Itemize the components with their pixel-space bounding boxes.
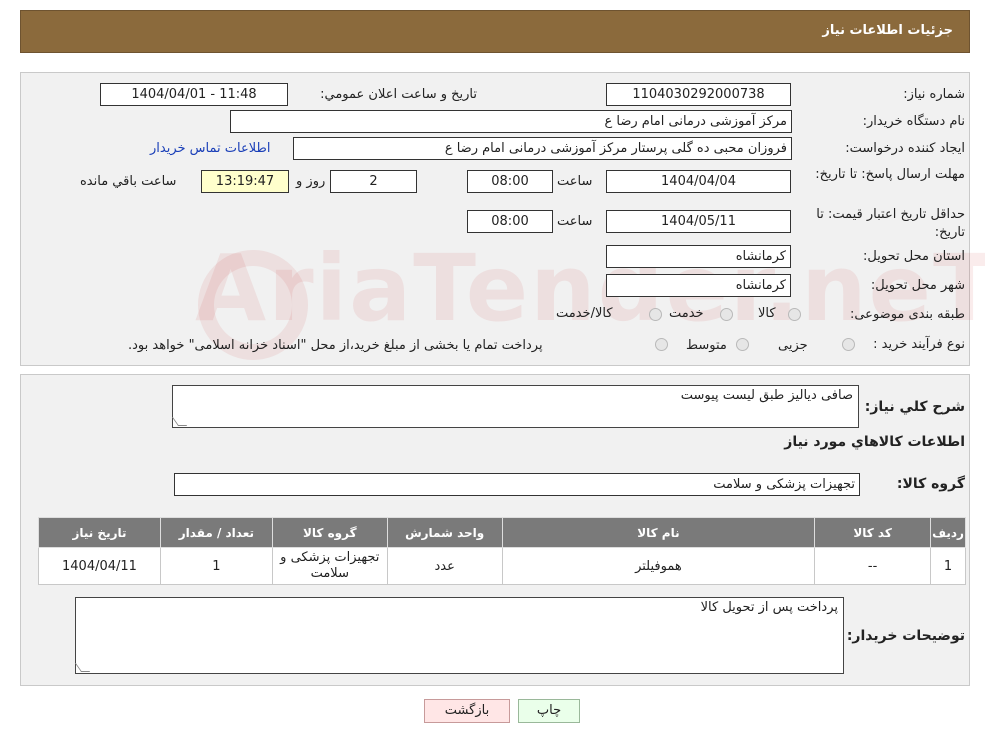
- deadline-date-field: 1404/04/04: [606, 170, 791, 193]
- back-button[interactable]: بازگشت: [424, 699, 510, 723]
- cell-row-number: 1: [930, 547, 966, 585]
- goods-table: ردیف کد کالا نام کالا واحد شمارش گروه کا…: [38, 517, 966, 585]
- category-radio-service[interactable]: [720, 308, 733, 321]
- category-radio-goods[interactable]: [788, 308, 801, 321]
- goods-group-label: گروه کالا:: [896, 476, 965, 492]
- table-row: 1 -- هموفیلتر عدد تجهیزات پزشکی و سلامت …: [38, 547, 966, 585]
- process-label: نوع فرآیند خرید :: [873, 337, 965, 352]
- col-need-date: تاریخ نیاز: [38, 517, 161, 548]
- resize-grip-icon[interactable]: [171, 417, 188, 426]
- page-title: جزئیات اطلاعات نیاز: [822, 23, 953, 38]
- need-number-field: 1104030292000738: [606, 83, 791, 106]
- days-remaining-field: 2: [330, 170, 417, 193]
- need-number-label: شماره نیاز:: [903, 87, 965, 102]
- remaining-time-field: 13:19:47: [201, 170, 289, 193]
- process-radio-treasury[interactable]: [655, 338, 668, 351]
- creator-label: ایجاد کننده درخواست:: [845, 141, 965, 156]
- province-field: کرمانشاه: [606, 245, 791, 268]
- days-label: روز و: [296, 174, 326, 189]
- resize-grip-icon[interactable]: [74, 663, 91, 672]
- remaining-time-label: ساعت باقي مانده: [80, 174, 177, 189]
- process-radio-minor[interactable]: [842, 338, 855, 351]
- category-option-goods: کالا: [758, 306, 776, 321]
- deadline-time-field: 08:00: [467, 170, 553, 193]
- category-label: طبقه بندی موضوعی:: [849, 307, 965, 322]
- category-radio-goods-service[interactable]: [649, 308, 662, 321]
- goods-table-container: ردیف کد کالا نام کالا واحد شمارش گروه کا…: [38, 517, 966, 585]
- validity-time-label: ساعت: [557, 214, 593, 229]
- cell-goods-group: تجهیزات پزشکی و سلامت: [271, 547, 388, 585]
- process-option-medium: متوسط: [686, 338, 727, 353]
- deadline-label: مهلت ارسال پاسخ: تا تاریخ:: [815, 167, 965, 182]
- goods-group-field: تجهیزات پزشکی و سلامت: [174, 473, 860, 496]
- category-option-service: خدمت: [669, 306, 704, 321]
- col-row-number: ردیف: [930, 517, 966, 548]
- page-header: جزئیات اطلاعات نیاز: [20, 10, 970, 53]
- col-goods-group: گروه کالا: [271, 517, 388, 548]
- col-goods-name: نام کالا: [501, 517, 816, 548]
- buyer-notes-textarea[interactable]: پرداخت پس از تحویل کالا: [74, 597, 844, 674]
- deadline-time-label: ساعت: [557, 174, 593, 189]
- buyer-org-label: نام دستگاه خریدار:: [862, 114, 965, 129]
- buyer-notes-text: پرداخت پس از تحویل کالا: [700, 600, 838, 615]
- category-option-goods-service: کالا/خدمت: [556, 306, 613, 321]
- cell-unit: عدد: [386, 547, 503, 585]
- col-quantity: تعداد / مقدار: [159, 517, 273, 548]
- col-unit: واحد شمارش: [386, 517, 503, 548]
- process-radio-medium[interactable]: [736, 338, 749, 351]
- buyer-contact-link[interactable]: اطلاعات تماس خریدار: [150, 141, 270, 156]
- cell-quantity: 1: [159, 547, 273, 585]
- buyer-org-field: مرکز آموزشی درمانی امام رضا ع: [230, 110, 792, 133]
- validity-date-field: 1404/05/11: [606, 210, 791, 233]
- validity-label: حداقل تاریخ اعتبار قیمت: تا تاریخ:: [816, 207, 965, 240]
- cell-goods-code: --: [814, 547, 932, 585]
- cell-goods-name: هموفیلتر: [501, 547, 816, 585]
- city-label: شهر محل تحویل:: [870, 278, 965, 293]
- buyer-notes-label: توضیحات خریدار:: [846, 628, 965, 644]
- announce-label: تاريخ و ساعت اعلان عمومي:: [320, 87, 477, 102]
- process-note: پرداخت تمام یا بخشی از مبلغ خرید،از محل …: [128, 338, 543, 353]
- print-button[interactable]: چاپ: [518, 699, 580, 723]
- cell-need-date: 1404/04/11: [38, 547, 161, 585]
- announce-datetime-field: 1404/04/01 - 11:48: [100, 83, 288, 106]
- summary-textarea[interactable]: صافی دیالیز طبق لیست پیوست: [171, 385, 859, 428]
- summary-text: صافی دیالیز طبق لیست پیوست: [680, 388, 853, 403]
- process-option-minor: جزیی: [778, 338, 808, 353]
- validity-time-field: 08:00: [467, 210, 553, 233]
- creator-field: فروزان محبی ده گلی پرستار مرکز آموزشی در…: [293, 137, 792, 160]
- col-goods-code: کد کالا: [814, 517, 932, 548]
- goods-info-title: اطلاعات کالاهاي مورد نياز: [784, 434, 965, 450]
- city-field: کرمانشاه: [606, 274, 791, 297]
- table-header-row: ردیف کد کالا نام کالا واحد شمارش گروه کا…: [38, 517, 966, 548]
- province-label: استان محل تحویل:: [863, 249, 965, 264]
- summary-label: شرح کلي نياز:: [864, 399, 965, 415]
